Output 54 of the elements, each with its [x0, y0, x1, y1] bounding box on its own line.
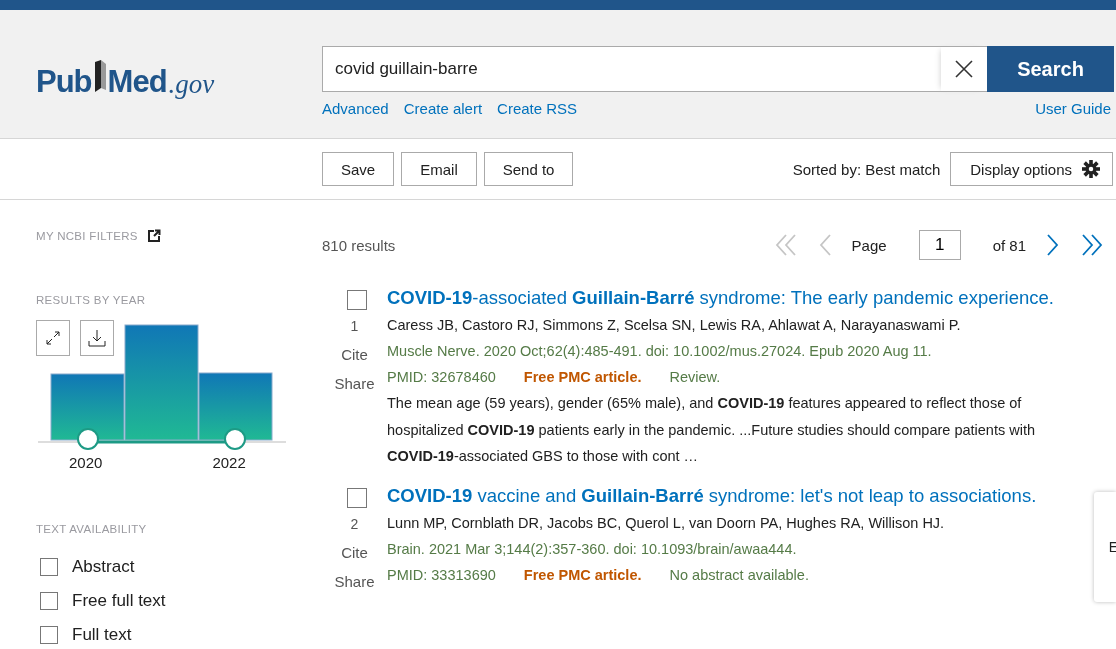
- abstract-snippet: The mean age (59 years), gender (65% male), and COVID-19 features appeared to reflect those of hospitalized COVID-19 patients early in the pandemic. ...Future studies should compare patients with COVID-19-associated GBS to those with cont …: [387, 394, 1037, 466]
- section-heading: TEXT AVAILABILITY: [36, 523, 147, 535]
- pmid: PMID: 33313690: [387, 565, 496, 585]
- result-number: 1: [350, 318, 359, 334]
- user-guide-link[interactable]: User Guide: [1035, 100, 1111, 117]
- filters-heading: MY NCBI FILTERS: [36, 229, 138, 242]
- publication-note: Review.: [669, 368, 721, 387]
- filter-checkbox[interactable]: [40, 558, 58, 576]
- toolbar-button[interactable]: Save: [322, 152, 395, 186]
- page-number-field[interactable]: 1: [918, 230, 961, 260]
- share-link[interactable]: Share: [334, 572, 375, 590]
- result-number: 2: [350, 515, 359, 532]
- sort-label: Sorted by: Best match: [792, 160, 941, 178]
- filter-label[interactable]: Free full text: [72, 591, 166, 611]
- section-heading: RESULTS BY YEAR: [36, 294, 146, 306]
- download-icon[interactable]: [80, 320, 114, 356]
- search-button[interactable]: Search: [987, 46, 1114, 92]
- page-total: of 81: [992, 236, 1026, 254]
- publication-note: No abstract available.: [669, 565, 809, 585]
- article-title-link[interactable]: COVID-19 vaccine and Guillain-Barré syndrome: let's not leap to associations.: [387, 481, 1096, 510]
- expand-icon[interactable]: [36, 320, 70, 356]
- filter-checkbox[interactable]: [40, 626, 58, 644]
- article-title-link[interactable]: COVID-19-associated Guillain-Barré syndrome: The early pandemic experience.: [387, 284, 1096, 312]
- toolbar-button[interactable]: Email: [401, 152, 477, 186]
- cite-link[interactable]: Cite: [341, 346, 368, 363]
- filter-label[interactable]: Full text: [72, 625, 132, 645]
- toolbar-button[interactable]: Send to: [483, 152, 574, 186]
- result-checkbox[interactable]: [346, 487, 367, 508]
- authors: Lunn MP, Cornblath DR, Jacobs BC, Querol L, van Doorn PA, Hughes RA, Willison HJ.: [387, 513, 946, 533]
- result-checkbox[interactable]: [346, 290, 367, 310]
- display-options-button[interactable]: Display options: [950, 152, 1113, 186]
- share-link[interactable]: Share: [334, 375, 375, 392]
- external-link-icon[interactable]: [147, 229, 161, 242]
- pubmed-logo[interactable]: Pub Med.gov: [36, 50, 322, 100]
- page-label: Page: [851, 236, 887, 254]
- citation: Brain. 2021 Mar 3;144(2):357-360. doi: 10.1093/brain/awaa444.: [387, 539, 798, 559]
- header-link[interactable]: Create alert: [403, 100, 483, 117]
- filter-label[interactable]: Abstract: [72, 557, 135, 577]
- year-label: 2020: [69, 454, 103, 471]
- clear-icon[interactable]: [941, 46, 987, 92]
- header-link[interactable]: Advanced: [322, 100, 389, 117]
- authors: Caress JB, Castoro RJ, Simmons Z, Scelsa SN, Lewis RA, Ahlawat A, Narayanaswami P.: [387, 316, 962, 335]
- settings-icon: [1082, 160, 1100, 178]
- pmid: PMID: 32678460: [387, 368, 496, 387]
- year-label: 2022: [212, 454, 246, 471]
- free-article-label: Free PMC article.: [523, 368, 642, 387]
- cite-link[interactable]: Cite: [341, 543, 368, 561]
- filter-checkbox[interactable]: [40, 592, 58, 610]
- search-field[interactable]: covid guillain-barre: [322, 46, 941, 92]
- header-link[interactable]: Create RSS: [497, 100, 578, 117]
- results-count: 810 results: [322, 236, 396, 254]
- book-icon: [92, 60, 107, 94]
- citation: Muscle Nerve. 2020 Oct;62(4):485-491. doi: 10.1002/mus.27024. Epub 2020 Aug 11.: [387, 342, 933, 361]
- free-article-label: Free PMC article.: [523, 565, 642, 585]
